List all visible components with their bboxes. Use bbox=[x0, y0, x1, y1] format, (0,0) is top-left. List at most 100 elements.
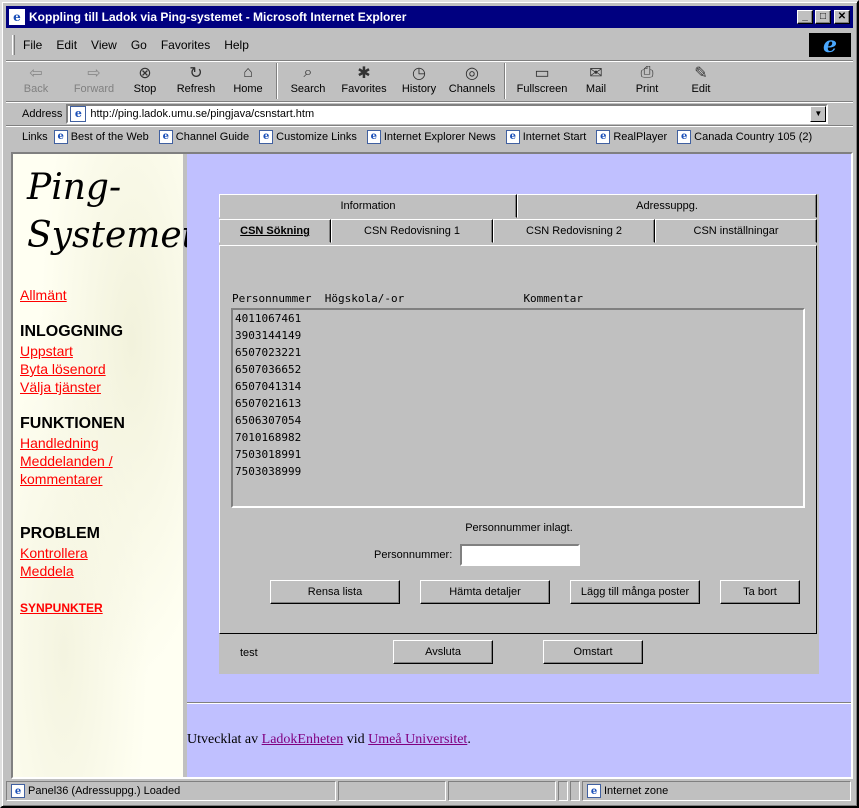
list-item[interactable]: 7010168982 bbox=[233, 429, 803, 446]
menu-go[interactable]: Go bbox=[131, 38, 147, 52]
link-item[interactable]: e Internet Explorer News bbox=[366, 129, 496, 144]
tab-row-top: Information Adressuppg. bbox=[219, 194, 817, 218]
tab-csn-installningar[interactable]: CSN inställningar bbox=[655, 219, 817, 243]
status-pane-2 bbox=[338, 781, 446, 801]
link-item[interactable]: e Customize Links bbox=[259, 129, 357, 144]
toolbar-label: Refresh bbox=[176, 83, 216, 95]
tab-csn-redovisning-1[interactable]: CSN Redovisning 1 bbox=[331, 219, 493, 243]
list-item[interactable]: 6506307054 bbox=[233, 412, 803, 429]
link-allmant[interactable]: Allmänt bbox=[20, 286, 67, 304]
link-kontrollera[interactable]: Kontrollera bbox=[20, 544, 100, 562]
status-message: Personnummer inlagt. bbox=[465, 522, 573, 534]
list-item[interactable]: 6507036652 bbox=[233, 361, 803, 378]
hamta-detaljer-button[interactable]: Hämta detaljer bbox=[420, 580, 550, 604]
link-meddela[interactable]: Meddela bbox=[20, 562, 100, 580]
tab-csn-redovisning-2[interactable]: CSN Redovisning 2 bbox=[493, 219, 655, 243]
personnummer-input[interactable] bbox=[460, 544, 581, 566]
menu-view[interactable]: View bbox=[91, 38, 117, 52]
link-item-label: Channel Guide bbox=[175, 130, 250, 143]
ping-applet: Information Adressuppg. CSN Sökning CSN … bbox=[219, 194, 819, 674]
link-item-label: Canada Country 105 (2) bbox=[694, 130, 813, 143]
menu-favorites[interactable]: Favorites bbox=[161, 38, 210, 52]
address-bar: Address e http://ping.ladok.umu.se/pingj… bbox=[6, 101, 853, 125]
ie-link-icon: e bbox=[505, 129, 520, 144]
address-input[interactable]: e http://ping.ladok.umu.se/pingjava/csns… bbox=[66, 103, 829, 124]
favorites-toolbar-button[interactable]: ✱ Favorites bbox=[334, 63, 394, 95]
tab-information[interactable]: Information bbox=[219, 194, 517, 218]
toolbar-label: Mail bbox=[585, 83, 607, 95]
list-item[interactable]: 7503038999 bbox=[233, 463, 803, 480]
link-item[interactable]: e Internet Start bbox=[505, 129, 586, 144]
lagg-till-manga-poster-button[interactable]: Lägg till många poster bbox=[570, 580, 700, 604]
forward-toolbar-button[interactable]: ⇨ Forward bbox=[66, 63, 122, 95]
status-zone: e Internet zone bbox=[582, 781, 851, 801]
close-button[interactable]: ✕ bbox=[834, 10, 850, 24]
rensa-lista-button[interactable]: Rensa lista bbox=[270, 580, 400, 604]
menu-file[interactable]: File bbox=[23, 38, 42, 52]
ie-link-icon: e bbox=[53, 129, 68, 144]
list-item[interactable]: 4011067461 bbox=[233, 310, 803, 327]
menu-help[interactable]: Help bbox=[224, 38, 249, 52]
status-bar: e Panel36 (Adressuppg.) Loaded e Interne… bbox=[6, 781, 853, 801]
personnummer-list[interactable]: 4011067461 3903144149 6507023221 6507036652… bbox=[231, 308, 805, 508]
avsluta-button[interactable]: Avsluta bbox=[393, 640, 493, 664]
edit-icon: ✎ bbox=[694, 65, 708, 82]
mail-toolbar-button[interactable]: ✉ Mail bbox=[574, 63, 618, 95]
link-ladokenheten[interactable]: LadokEnheten bbox=[262, 732, 344, 747]
ie-link-icon: e bbox=[158, 129, 173, 144]
refresh-icon: ↻ bbox=[189, 65, 203, 82]
toolbar-label: Fullscreen bbox=[516, 83, 568, 95]
toolbar-label: Home bbox=[233, 83, 263, 95]
refresh-toolbar-button[interactable]: ↻ Refresh bbox=[168, 63, 224, 95]
toolbar-label: Channels bbox=[448, 83, 496, 95]
link-item[interactable]: e Canada Country 105 (2) bbox=[677, 129, 813, 144]
link-valja-tjanster[interactable]: Välja tjänster bbox=[20, 378, 123, 396]
personnummer-row: Personnummer: bbox=[374, 544, 581, 566]
address-url[interactable]: http://ping.ladok.umu.se/pingjava/csnsta… bbox=[90, 108, 314, 120]
link-uppstart[interactable]: Uppstart bbox=[20, 342, 123, 360]
back-arrow-icon: ⇦ bbox=[29, 65, 43, 82]
fullscreen-toolbar-button[interactable]: ▭ Fullscreen bbox=[510, 63, 574, 95]
list-item[interactable]: 6507021613 bbox=[233, 395, 803, 412]
channels-toolbar-button[interactable]: ◎ Channels bbox=[444, 63, 500, 95]
page-icon: e bbox=[70, 105, 87, 122]
applet-bottom-bar: test Avsluta Omstart bbox=[219, 634, 819, 674]
link-handledning[interactable]: Handledning bbox=[20, 434, 125, 452]
tab-adressuppg[interactable]: Adressuppg. bbox=[517, 194, 817, 218]
channels-icon: ◎ bbox=[465, 65, 479, 82]
link-item-label: Customize Links bbox=[276, 130, 357, 143]
link-byta-losenord[interactable]: Byta lösenord bbox=[20, 360, 123, 378]
link-item-label: RealPlayer bbox=[613, 130, 668, 143]
stop-toolbar-button[interactable]: ⊗ Stop bbox=[122, 63, 168, 95]
tab-row-bottom: CSN Sökning CSN Redovisning 1 CSN Redovi… bbox=[219, 219, 817, 243]
history-toolbar-button[interactable]: ◷ History bbox=[394, 63, 444, 95]
logo-line-1: Ping- bbox=[27, 167, 122, 208]
ie-link-icon: e bbox=[596, 129, 611, 144]
link-kommentarer[interactable]: kommentarer bbox=[20, 470, 125, 488]
list-item[interactable]: 7503018991 bbox=[233, 446, 803, 463]
link-meddelanden[interactable]: Meddelanden / bbox=[20, 452, 125, 470]
credit-mid: vid bbox=[343, 732, 369, 747]
back-toolbar-button[interactable]: ⇦ Back bbox=[6, 63, 66, 95]
minimize-button[interactable]: _ bbox=[797, 10, 813, 24]
list-item[interactable]: 6507023221 bbox=[233, 344, 803, 361]
maximize-button[interactable]: □ bbox=[815, 10, 831, 24]
search-toolbar-button[interactable]: ⌕ Search bbox=[282, 63, 334, 95]
menu-edit[interactable]: Edit bbox=[56, 38, 77, 52]
link-synpunkter[interactable]: SYNPUNKTER bbox=[20, 599, 103, 617]
home-toolbar-button[interactable]: ⌂ Home bbox=[224, 63, 272, 95]
menu-grip bbox=[12, 35, 15, 55]
print-toolbar-button[interactable]: ⎙ Print bbox=[618, 63, 676, 95]
list-item[interactable]: 3903144149 bbox=[233, 327, 803, 344]
link-umea-universitet[interactable]: Umeå Universitet bbox=[368, 732, 467, 747]
link-item[interactable]: e RealPlayer bbox=[596, 129, 668, 144]
omstart-button[interactable]: Omstart bbox=[543, 640, 643, 664]
edit-toolbar-button[interactable]: ✎ Edit bbox=[676, 63, 726, 95]
list-item[interactable]: 6507041314 bbox=[233, 378, 803, 395]
tab-csn-sokning[interactable]: CSN Sökning bbox=[219, 219, 331, 243]
ta-bort-button[interactable]: Ta bort bbox=[720, 580, 800, 604]
link-item[interactable]: e Channel Guide bbox=[158, 129, 250, 144]
address-dropdown-icon[interactable]: ▼ bbox=[810, 105, 827, 122]
address-label: Address bbox=[22, 107, 63, 120]
link-item[interactable]: e Best of the Web bbox=[53, 129, 149, 144]
